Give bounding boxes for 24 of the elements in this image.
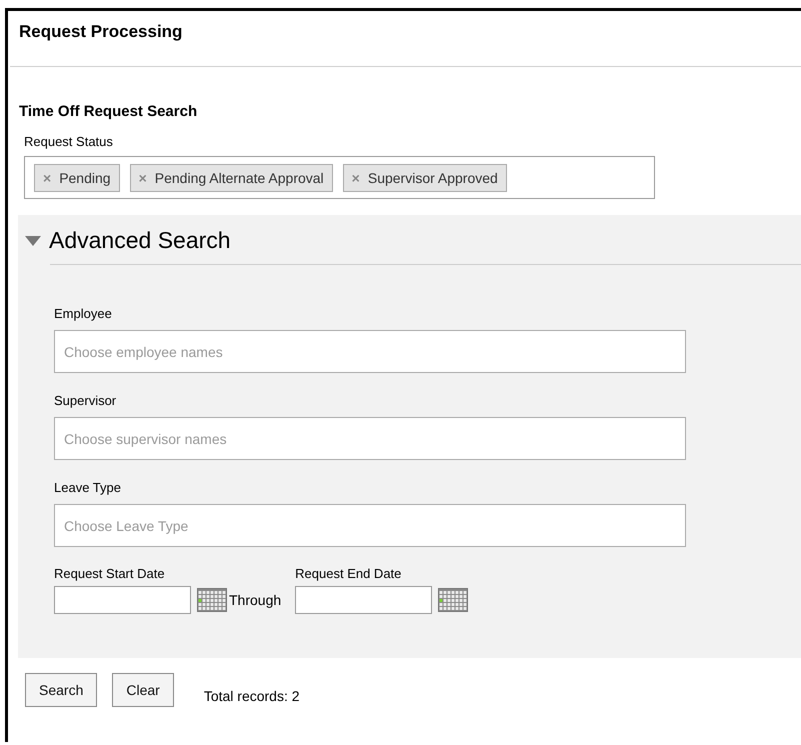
section-title: Time Off Request Search: [19, 103, 198, 120]
panel-title[interactable]: Advanced Search: [49, 227, 231, 254]
tag-label: Supervisor Approved: [368, 170, 498, 186]
clear-button[interactable]: Clear: [112, 673, 174, 707]
tag-label: Pending: [59, 170, 111, 186]
disclosure-triangle-icon[interactable]: [25, 236, 41, 246]
page-title: Request Processing: [18, 21, 182, 43]
calendar-icon[interactable]: [438, 588, 468, 612]
input-field[interactable]: Choose supervisor names: [54, 417, 686, 460]
field-label: Employee: [54, 306, 112, 321]
date-field[interactable]: [54, 586, 191, 614]
input-field[interactable]: Choose employee names: [54, 330, 686, 373]
field-label: Leave Type: [54, 480, 121, 495]
field-label: Request Status: [24, 134, 113, 149]
field-label: Request Start Date: [54, 566, 166, 581]
through-label: Through: [229, 591, 282, 610]
record-count: Total records: 2: [204, 688, 300, 704]
calendar-icon[interactable]: [197, 588, 227, 612]
field-label: Request End Date: [295, 566, 402, 581]
input-field[interactable]: Choose Leave Type: [54, 504, 686, 547]
field-label: Supervisor: [54, 393, 116, 408]
search-button[interactable]: Search: [25, 673, 98, 707]
date-field[interactable]: [295, 586, 432, 614]
tag-label: Pending Alternate Approval: [154, 170, 324, 186]
